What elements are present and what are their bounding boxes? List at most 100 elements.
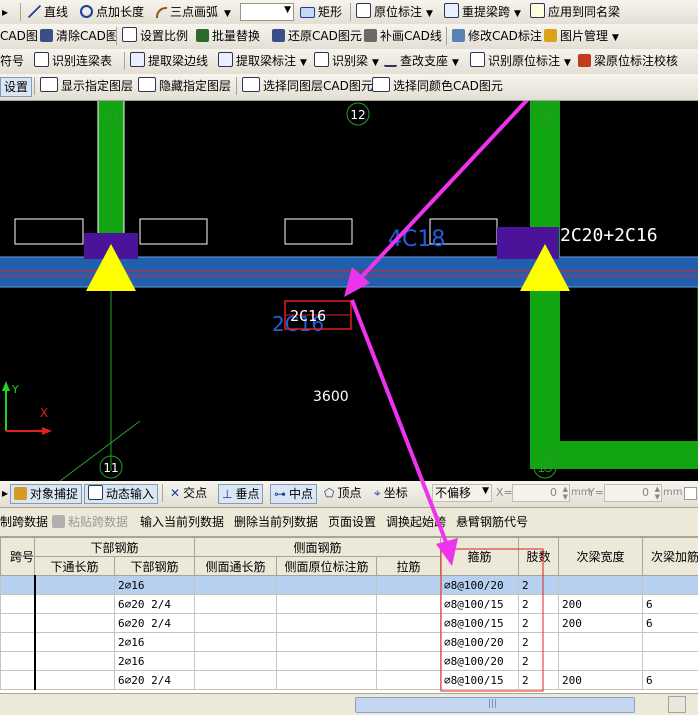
apply-same-name-button[interactable]: 应用到同名梁 <box>530 3 620 21</box>
select-same-color-button[interactable]: 选择同颜色CAD图元 <box>372 77 503 95</box>
table-cell[interactable] <box>195 671 277 690</box>
table-cell[interactable] <box>559 576 643 595</box>
object-snap-toggle[interactable]: 对象捕捉 <box>10 484 82 504</box>
table-cell[interactable]: ⌀8@100/20 <box>441 633 519 652</box>
table-cell[interactable] <box>377 633 441 652</box>
table-cell[interactable] <box>35 576 115 595</box>
arc-mode-dropdown[interactable]: ▼ <box>240 3 294 21</box>
table-cell[interactable]: 6⌀20 2/4 <box>115 671 195 690</box>
beam-annotation-check-button[interactable]: 梁原位标注校核 <box>578 52 678 70</box>
input-current-col-button[interactable]: 输入当前列数据 <box>140 513 224 531</box>
line-button[interactable]: 直线 <box>28 3 68 21</box>
check-support-button[interactable]: 查改支座▼ <box>384 52 459 70</box>
extract-beam-annotation-button[interactable]: 提取梁标注▼ <box>218 52 307 70</box>
identify-link-table-button[interactable]: 识别连梁表 <box>34 52 112 70</box>
table-cell[interactable]: 2⌀16 <box>115 652 195 671</box>
set-ratio-button[interactable]: 设置比例 <box>122 27 188 45</box>
cantilever-code-button[interactable]: 悬臂钢筋代号 <box>456 513 528 531</box>
clear-cad-button[interactable]: 清除CAD图 <box>40 27 118 45</box>
table-cell[interactable] <box>1 671 35 690</box>
three-point-arc-button[interactable]: 三点画弧▼ <box>156 3 231 21</box>
table-cell[interactable] <box>35 652 115 671</box>
table-cell[interactable]: 6⌀20 2/4 <box>115 595 195 614</box>
scrollbar-thumb[interactable]: ||| <box>355 697 635 713</box>
spinner-icon[interactable]: ▲▼ <box>563 485 568 501</box>
intersection-toggle[interactable]: ✕交点 <box>170 484 207 502</box>
table-cell[interactable] <box>277 576 377 595</box>
table-cell[interactable] <box>35 595 115 614</box>
re-extract-span-button[interactable]: 重提梁跨▼ <box>444 3 521 21</box>
offset-dropdown[interactable]: 不偏移 ▼ <box>432 484 492 502</box>
table-cell[interactable]: ⌀8@100/15 <box>441 671 519 690</box>
table-cell[interactable] <box>377 595 441 614</box>
toolbar-overflow-arrow[interactable]: ▸ <box>2 484 8 502</box>
table-cell[interactable] <box>35 614 115 633</box>
col-header-legs[interactable]: 肢数 <box>519 538 559 576</box>
select-same-layer-button[interactable]: 选择同图层CAD图元 <box>242 77 373 95</box>
table-cell[interactable]: 200 <box>559 614 643 633</box>
rect-button[interactable]: 矩形 <box>300 3 342 21</box>
table-cell[interactable] <box>377 671 441 690</box>
table-cell[interactable] <box>195 652 277 671</box>
modify-cad-annotation-button[interactable]: 修改CAD标注 <box>452 27 542 45</box>
table-cell[interactable] <box>195 633 277 652</box>
table-cell[interactable] <box>1 595 35 614</box>
drawing-canvas[interactable]: 11 12 13 11 13 4C18 2C20+2C16 2C16 2C16 … <box>0 101 698 481</box>
identify-beam-button[interactable]: 识别梁▼ <box>314 52 379 70</box>
page-setup-button[interactable]: 页面设置 <box>328 513 376 531</box>
table-cell[interactable] <box>1 576 35 595</box>
table-row[interactable]: 2⌀16 ⌀8@100/202 <box>1 576 698 595</box>
table-row[interactable]: 6⌀20 2/4⌀8@100/1522006 <box>1 671 698 690</box>
table-cell[interactable] <box>377 576 441 595</box>
dynamic-input-toggle[interactable]: 动态输入 <box>84 484 158 504</box>
table-cell[interactable] <box>277 652 377 671</box>
col-header-secondary-rebar[interactable]: 次梁加筋 <box>643 538 698 576</box>
table-row[interactable]: 6⌀20 2/4⌀8@100/1522006 <box>1 595 698 614</box>
col-header-bottom-rebar[interactable]: 下部钢筋 <box>115 557 195 576</box>
image-manage-button[interactable]: 图片管理▼ <box>544 27 619 45</box>
midpoint-toggle[interactable]: ⊶中点 <box>270 484 317 504</box>
table-cell[interactable] <box>35 671 115 690</box>
restore-cad-button[interactable]: 还原CAD图元 <box>272 27 362 45</box>
col-header-tie[interactable]: 拉筋 <box>377 557 441 576</box>
table-cell[interactable]: 2 <box>519 576 559 595</box>
table-cell[interactable] <box>643 633 698 652</box>
table-cell[interactable]: ⌀8@100/15 <box>441 595 519 614</box>
table-row[interactable]: 6⌀20 2/4⌀8@100/1522006 <box>1 614 698 633</box>
hide-layer-button[interactable]: 隐藏指定图层 <box>138 77 231 95</box>
table-cell[interactable] <box>1 614 35 633</box>
table-row[interactable]: 2⌀16⌀8@100/202 <box>1 633 698 652</box>
table-cell[interactable] <box>1 633 35 652</box>
table-cell[interactable] <box>277 633 377 652</box>
table-cell[interactable]: 2 <box>519 595 559 614</box>
fill-cad-line-button[interactable]: 补画CAD线 <box>364 27 442 45</box>
delete-current-col-button[interactable]: 删除当前列数据 <box>234 513 318 531</box>
copy-span-data-button[interactable]: 制跨数据 <box>0 513 48 531</box>
table-cell[interactable] <box>35 633 115 652</box>
x-input[interactable]: 0 ▲▼ <box>512 484 570 502</box>
table-row[interactable]: 2⌀16⌀8@100/202 <box>1 652 698 671</box>
table-cell[interactable]: 6 <box>643 671 698 690</box>
table-cell[interactable] <box>195 595 277 614</box>
table-cell[interactable]: ⌀8@100/20 <box>441 576 519 595</box>
vertex-toggle[interactable]: ⬠顶点 <box>324 484 361 502</box>
extract-beam-edge-button[interactable]: 提取梁边线 <box>130 52 208 70</box>
orig-annotation-button[interactable]: 原位标注▼ <box>356 3 433 21</box>
table-cell[interactable]: 2 <box>519 614 559 633</box>
table-cell[interactable] <box>277 595 377 614</box>
table-cell[interactable] <box>377 652 441 671</box>
col-header-side-continuous[interactable]: 侧面通长筋 <box>195 557 277 576</box>
table-cell[interactable]: 6⌀20 2/4 <box>115 614 195 633</box>
table-cell[interactable] <box>559 633 643 652</box>
perpendicular-toggle[interactable]: ⊥垂点 <box>218 484 263 504</box>
col-header-side-orig[interactable]: 侧面原位标注筋 <box>277 557 377 576</box>
show-layer-button[interactable]: 显示指定图层 <box>40 77 133 95</box>
scroll-right-button[interactable] <box>668 696 686 713</box>
table-cell[interactable]: 2⌀16 <box>115 576 195 595</box>
checkbox[interactable] <box>684 487 697 500</box>
table-cell[interactable] <box>377 614 441 633</box>
paste-span-data-button[interactable]: 粘贴跨数据 <box>52 513 128 531</box>
table-cell[interactable] <box>559 652 643 671</box>
table-cell[interactable]: 2 <box>519 633 559 652</box>
swap-start-button[interactable]: 调换起始跨 <box>386 513 446 531</box>
